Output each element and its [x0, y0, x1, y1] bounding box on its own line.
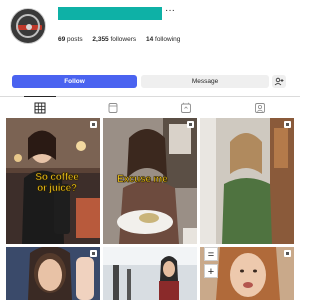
posts-label: posts: [67, 36, 83, 43]
post-thumbnail-1[interactable]: So coffee or juice?: [6, 118, 100, 244]
tab-posts[interactable]: [24, 96, 56, 114]
repost-icon: [181, 102, 191, 113]
post-thumbnail-3[interactable]: [200, 118, 294, 244]
profile-tabs: [0, 96, 300, 117]
post-thumbnail-2[interactable]: Excuse me: [103, 118, 197, 244]
post-3-image: [200, 118, 294, 244]
profile-stats: 69 posts 2,355 followers 14 following: [58, 36, 188, 44]
message-button[interactable]: Message: [141, 75, 269, 88]
following-label: following: [155, 36, 181, 43]
followers-label: followers: [110, 36, 137, 43]
reels-icon: [108, 103, 118, 113]
posts-stat: 69 posts: [58, 36, 83, 43]
tab-tagged[interactable]: [254, 101, 266, 113]
username-redacted: [58, 7, 162, 20]
avatar-center: [26, 24, 32, 30]
reel-badge-icon: [187, 121, 194, 128]
reel-badge-icon: [90, 121, 97, 128]
suggested-accounts-button[interactable]: [272, 75, 286, 88]
post-5-image: [103, 247, 197, 300]
reel-badge-icon: [90, 250, 97, 257]
followers-count: 2,355: [92, 36, 109, 43]
posts-grid: So coffee or juice? Excuse me = +: [6, 118, 294, 300]
tab-reposts[interactable]: [180, 101, 192, 113]
following-stat[interactable]: 14 following: [146, 36, 180, 43]
reel-badge-icon: [284, 250, 291, 257]
plus-control-button[interactable]: +: [204, 264, 218, 278]
tab-reels[interactable]: [107, 101, 119, 113]
add-person-icon: [274, 77, 284, 86]
following-count: 14: [145, 36, 154, 43]
grid-icon: [34, 102, 46, 114]
post-1-caption: So coffee or juice?: [35, 172, 79, 195]
post-2-caption: Excuse me: [117, 174, 168, 186]
post-4-image: [6, 247, 100, 300]
tagged-icon: [255, 103, 265, 113]
reel-badge-icon: [284, 121, 291, 128]
more-options-button[interactable]: ···: [164, 6, 176, 16]
post-thumbnail-4[interactable]: [6, 247, 100, 300]
posts-count: 69: [58, 36, 66, 43]
followers-stat[interactable]: 2,355 followers: [92, 36, 136, 43]
follow-button[interactable]: Follow: [12, 75, 137, 88]
profile-avatar[interactable]: [10, 8, 46, 44]
equal-control-button[interactable]: =: [204, 247, 218, 261]
post-thumbnail-5[interactable]: [103, 247, 197, 300]
